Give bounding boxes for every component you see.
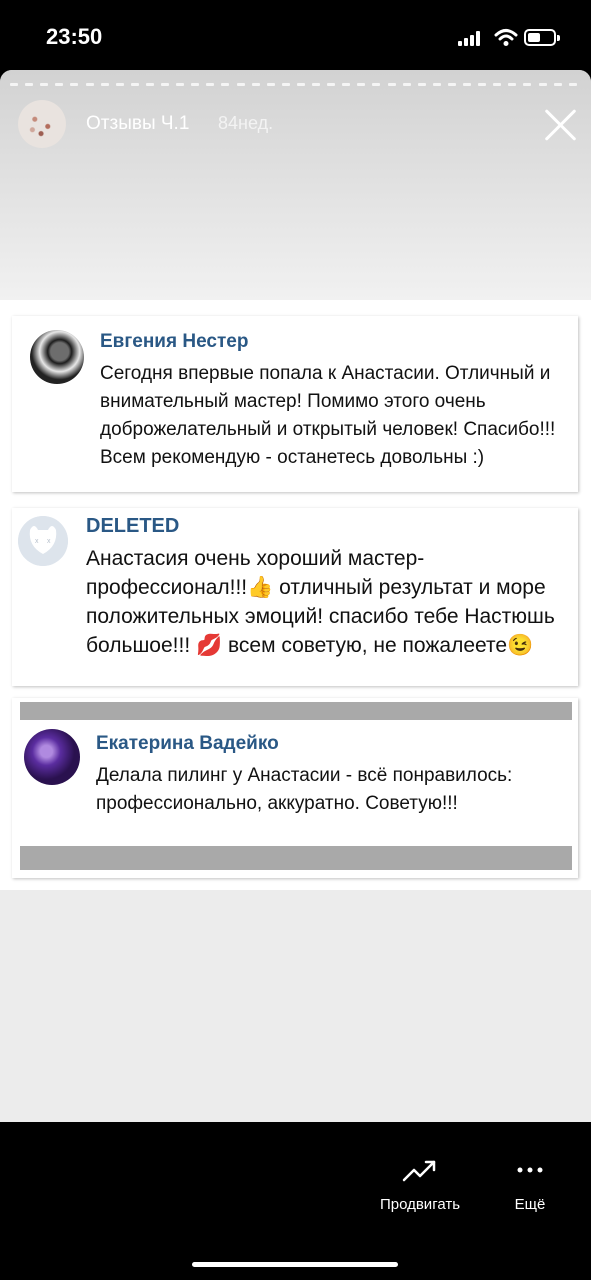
- story-progress-segment: [538, 83, 547, 86]
- story-viewer: Отзывы Ч.1 84нед. Евгения Нестер Сегодня…: [0, 70, 591, 1122]
- story-progress-segment: [568, 83, 577, 86]
- story-progress-segment: [191, 83, 200, 86]
- story-progress-segment: [327, 83, 336, 86]
- review-author: Екатерина Вадейко: [96, 733, 279, 754]
- story-header: [0, 70, 591, 300]
- story-progress-segment: [312, 83, 320, 86]
- story-progress-segment: [85, 83, 94, 86]
- story-progress-segment: [342, 83, 351, 86]
- battery-icon: [524, 29, 560, 46]
- story-title[interactable]: Отзывы Ч.1: [86, 113, 189, 135]
- story-progress-segment: [55, 83, 64, 86]
- story-progress-segment: [296, 83, 305, 86]
- story-progress-segment: [402, 83, 411, 86]
- story-progress-segment: [176, 83, 185, 86]
- more-dots-icon: [517, 1167, 543, 1173]
- trend-arrow-icon: [402, 1160, 436, 1182]
- story-progress-segment: [372, 83, 381, 86]
- story-progress-segment: [100, 83, 109, 86]
- review-text: Анастасия очень хороший мастер-профессио…: [86, 547, 555, 657]
- story-progress-segment: [10, 83, 18, 86]
- story-progress-segment: [161, 83, 169, 86]
- wifi-icon: [494, 29, 518, 46]
- redaction-bar: [20, 702, 572, 720]
- deleted-user-avatar-icon: x x: [18, 516, 68, 566]
- story-author-avatar[interactable]: [18, 100, 66, 148]
- review-card: x x DELETED Анастасия очень хороший маст…: [12, 508, 578, 686]
- story-progress-segment: [387, 83, 396, 86]
- review-text: Сегодня впервые попала к Анастасии. Отли…: [100, 363, 556, 468]
- promote-label: Продвигать: [379, 1196, 461, 1213]
- story-progress-segment: [251, 83, 260, 86]
- story-progress-segment: [478, 83, 487, 86]
- home-indicator[interactable]: [192, 1262, 398, 1267]
- story-progress-segment: [221, 83, 230, 86]
- story-progress-segment: [508, 83, 517, 86]
- status-bar: 23:50: [0, 0, 591, 70]
- close-icon[interactable]: [541, 106, 579, 144]
- more-label: Ещё: [514, 1196, 546, 1213]
- more-button[interactable]: Ещё: [500, 1152, 560, 1213]
- story-age: 84нед.: [218, 113, 274, 133]
- review-text: Делала пилинг у Анастасии - всё понравил…: [96, 765, 513, 814]
- story-progress-segment: [130, 83, 139, 86]
- story-progress-segment: [553, 83, 562, 86]
- story-progress-segment: [266, 83, 275, 86]
- cellular-signal-icon: [458, 30, 486, 46]
- story-progress-segment: [493, 83, 502, 86]
- svg-text:x: x: [35, 538, 39, 545]
- avatar: [30, 330, 84, 384]
- review-author: Евгения Нестер: [100, 331, 249, 352]
- story-progress-segment: [463, 83, 471, 86]
- review-author: DELETED: [86, 515, 180, 537]
- story-progress-segment: [206, 83, 215, 86]
- story-progress-segment: [115, 83, 124, 86]
- story-progress-segment: [417, 83, 426, 86]
- redaction-bar: [20, 846, 572, 870]
- review-card: Евгения Нестер Сегодня впервые попала к …: [12, 316, 578, 492]
- story-progress: [10, 83, 581, 86]
- story-progress-segment: [236, 83, 245, 86]
- story-action-bar: Продвигать Ещё: [0, 1122, 591, 1280]
- story-progress-segment: [281, 83, 290, 86]
- story-progress-segment: [40, 83, 49, 86]
- story-progress-segment: [145, 83, 154, 86]
- story-progress-segment: [432, 83, 441, 86]
- svg-text:x: x: [47, 538, 51, 545]
- status-time: 23:50: [46, 24, 103, 49]
- story-content: Евгения Нестер Сегодня впервые попала к …: [0, 300, 591, 890]
- review-card: Екатерина Вадейко Делала пилинг у Анаста…: [12, 698, 578, 878]
- story-progress-segment: [523, 83, 532, 86]
- promote-button[interactable]: Продвигать: [366, 1152, 474, 1213]
- story-progress-segment: [70, 83, 79, 86]
- story-progress-segment: [25, 83, 34, 86]
- avatar: [24, 729, 80, 785]
- story-progress-segment: [447, 83, 456, 86]
- story-progress-segment: [357, 83, 366, 86]
